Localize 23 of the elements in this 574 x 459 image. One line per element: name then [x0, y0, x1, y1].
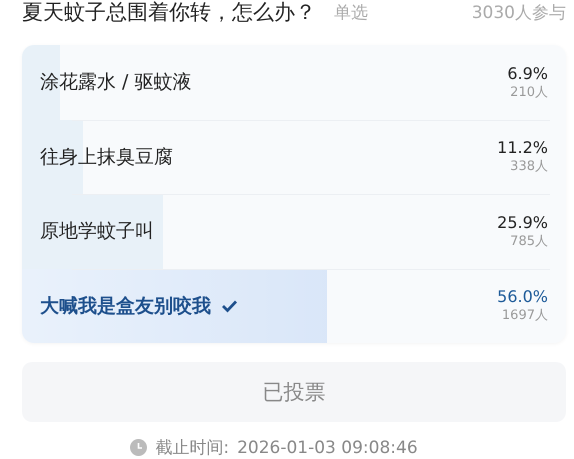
option-label: 往身上抹臭豆腐 — [40, 144, 173, 170]
option-percent: 25.9% — [497, 212, 548, 232]
poll-option[interactable]: 涂花露水 / 驱蚊液 6.9% 210人 — [22, 45, 566, 120]
clock-icon — [130, 439, 148, 456]
participant-count: 3030人参与 — [472, 2, 566, 24]
option-percent: 11.2% — [497, 138, 548, 158]
option-count: 785人 — [510, 232, 548, 250]
poll-option[interactable]: 原地学蚊子叫 25.9% 785人 — [22, 194, 566, 268]
poll-option[interactable]: 往身上抹臭豆腐 11.2% 338人 — [22, 120, 566, 194]
option-count: 210人 — [510, 84, 548, 101]
option-percent: 6.9% — [507, 64, 548, 83]
check-icon — [221, 298, 238, 313]
deadline-label: 截止时间: — [155, 437, 230, 459]
option-label: 大喊我是盒友别咬我 — [40, 294, 211, 319]
poll-question: 夏天蚊子总围着你转，怎么办？ — [22, 0, 316, 26]
poll-option[interactable]: 大喊我是盒友别咬我 56.0% 1697人 — [22, 268, 566, 343]
deadline-time: 2026-01-03 09:08:46 — [237, 438, 418, 458]
option-percent: 56.0% — [497, 287, 548, 306]
poll-mode: 单选 — [334, 2, 368, 24]
option-count: 1697人 — [502, 307, 548, 324]
option-label: 原地学蚊子叫 — [40, 219, 154, 244]
option-label: 涂花露水 / 驱蚊液 — [40, 70, 192, 96]
option-count: 338人 — [510, 158, 548, 176]
